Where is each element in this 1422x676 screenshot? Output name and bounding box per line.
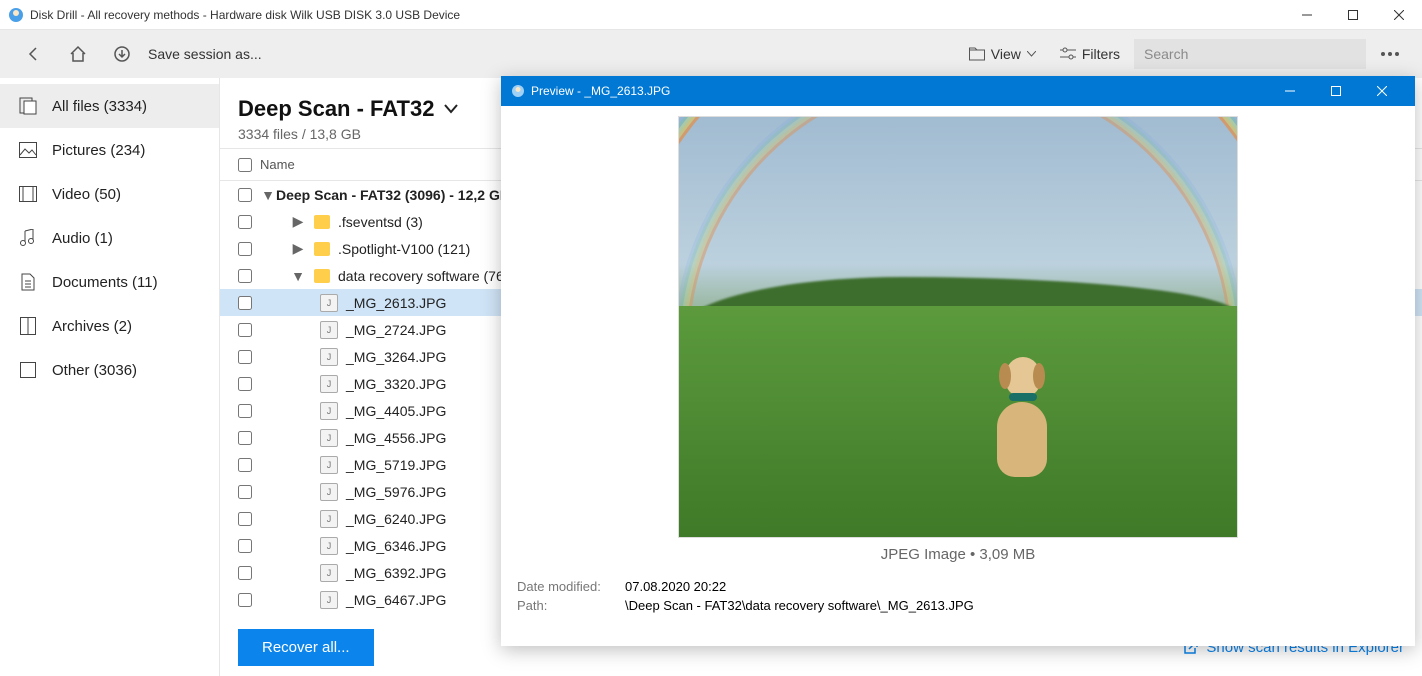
jpeg-file-icon: J bbox=[320, 402, 338, 420]
other-icon bbox=[18, 360, 38, 380]
content: Deep Scan - FAT32 3334 files / 13,8 GB N… bbox=[220, 78, 1422, 676]
row-checkbox[interactable] bbox=[238, 512, 252, 526]
video-icon bbox=[18, 184, 38, 204]
chevron-down-icon bbox=[1027, 51, 1036, 57]
more-button[interactable] bbox=[1370, 52, 1410, 56]
filters-button[interactable]: Filters bbox=[1050, 39, 1130, 69]
row-checkbox[interactable] bbox=[238, 593, 252, 607]
toolbar: Save session as... View Filters Search bbox=[0, 30, 1422, 78]
row-checkbox[interactable] bbox=[238, 269, 252, 283]
sidebar-item-pictures[interactable]: Pictures (234) bbox=[0, 128, 219, 172]
preview-image bbox=[678, 116, 1238, 538]
titlebar: Disk Drill - All recovery methods - Hard… bbox=[0, 0, 1422, 30]
sidebar-item-video[interactable]: Video (50) bbox=[0, 172, 219, 216]
jpeg-file-icon: J bbox=[320, 537, 338, 555]
music-icon bbox=[18, 228, 38, 248]
back-button[interactable] bbox=[12, 30, 56, 78]
meta-label-path: Path: bbox=[517, 598, 607, 613]
meta-value-date: 07.08.2020 20:22 bbox=[625, 579, 726, 594]
folder-icon bbox=[314, 215, 330, 229]
row-checkbox[interactable] bbox=[238, 485, 252, 499]
view-dropdown[interactable]: View bbox=[959, 39, 1046, 69]
preview-body: JPEG Image • 3,09 MB Date modified: 07.08… bbox=[501, 106, 1415, 646]
preview-close-button[interactable] bbox=[1359, 76, 1405, 106]
meta-label-date: Date modified: bbox=[517, 579, 607, 594]
sidebar-item-other[interactable]: Other (3036) bbox=[0, 348, 219, 392]
folder-icon bbox=[314, 269, 330, 283]
preview-maximize-button[interactable] bbox=[1313, 76, 1359, 106]
jpeg-file-icon: J bbox=[320, 429, 338, 447]
preview-window: Preview - _MG_2613.JPG JPEG Im bbox=[501, 76, 1415, 646]
triangle-icon[interactable]: ▼ bbox=[290, 268, 306, 284]
row-checkbox[interactable] bbox=[238, 215, 252, 229]
row-checkbox[interactable] bbox=[238, 323, 252, 337]
folder-icon bbox=[969, 47, 985, 61]
select-all-checkbox[interactable] bbox=[238, 158, 252, 172]
jpeg-file-icon: J bbox=[320, 348, 338, 366]
jpeg-file-icon: J bbox=[320, 294, 338, 312]
triangle-down-icon[interactable]: ▼ bbox=[260, 187, 276, 203]
row-checkbox[interactable] bbox=[238, 431, 252, 445]
jpeg-file-icon: J bbox=[320, 456, 338, 474]
sidebar-item-archives[interactable]: Archives (2) bbox=[0, 304, 219, 348]
app-icon bbox=[511, 84, 525, 98]
meta-value-path: \Deep Scan - FAT32\data recovery softwar… bbox=[625, 598, 974, 613]
jpeg-file-icon: J bbox=[320, 510, 338, 528]
sidebar: All files (3334) Pictures (234) Video (5… bbox=[0, 78, 220, 676]
sliders-icon bbox=[1060, 47, 1076, 61]
search-input[interactable]: Search bbox=[1134, 39, 1366, 69]
sidebar-item-all-files[interactable]: All files (3334) bbox=[0, 84, 219, 128]
column-name: Name bbox=[260, 157, 295, 172]
chevron-down-icon[interactable] bbox=[444, 104, 458, 114]
preview-minimize-button[interactable] bbox=[1267, 76, 1313, 106]
home-button[interactable] bbox=[56, 30, 100, 78]
row-checkbox[interactable] bbox=[238, 188, 252, 202]
recover-button[interactable]: Recover all... bbox=[238, 629, 374, 666]
save-icon[interactable] bbox=[100, 30, 144, 78]
jpeg-file-icon: J bbox=[320, 483, 338, 501]
jpeg-file-icon: J bbox=[320, 591, 338, 609]
row-checkbox[interactable] bbox=[238, 296, 252, 310]
folder-icon bbox=[314, 242, 330, 256]
dog-illustration bbox=[987, 357, 1057, 477]
save-session-label[interactable]: Save session as... bbox=[148, 46, 262, 62]
row-checkbox[interactable] bbox=[238, 350, 252, 364]
archive-icon bbox=[18, 316, 38, 336]
maximize-button[interactable] bbox=[1330, 0, 1376, 30]
jpeg-file-icon: J bbox=[320, 564, 338, 582]
image-icon bbox=[18, 140, 38, 160]
preview-caption: JPEG Image • 3,09 MB bbox=[881, 538, 1035, 563]
minimize-button[interactable] bbox=[1284, 0, 1330, 30]
row-checkbox[interactable] bbox=[238, 539, 252, 553]
preview-titlebar[interactable]: Preview - _MG_2613.JPG bbox=[501, 76, 1415, 106]
window-controls bbox=[1284, 0, 1422, 30]
preview-meta: Date modified: 07.08.2020 20:22 Path: \Dee… bbox=[517, 563, 1399, 615]
window-title: Disk Drill - All recovery methods - Hard… bbox=[30, 8, 460, 22]
row-checkbox[interactable] bbox=[238, 377, 252, 391]
sidebar-item-documents[interactable]: Documents (11) bbox=[0, 260, 219, 304]
document-icon bbox=[18, 272, 38, 292]
row-checkbox[interactable] bbox=[238, 566, 252, 580]
app-icon bbox=[8, 7, 24, 23]
row-checkbox[interactable] bbox=[238, 242, 252, 256]
files-icon bbox=[18, 96, 38, 116]
sidebar-item-audio[interactable]: Audio (1) bbox=[0, 216, 219, 260]
jpeg-file-icon: J bbox=[320, 321, 338, 339]
preview-title: Preview - _MG_2613.JPG bbox=[531, 84, 670, 98]
main: All files (3334) Pictures (234) Video (5… bbox=[0, 78, 1422, 676]
jpeg-file-icon: J bbox=[320, 375, 338, 393]
row-checkbox[interactable] bbox=[238, 404, 252, 418]
row-checkbox[interactable] bbox=[238, 458, 252, 472]
close-button[interactable] bbox=[1376, 0, 1422, 30]
triangle-icon[interactable]: ▶ bbox=[290, 213, 306, 230]
triangle-icon[interactable]: ▶ bbox=[290, 240, 306, 257]
